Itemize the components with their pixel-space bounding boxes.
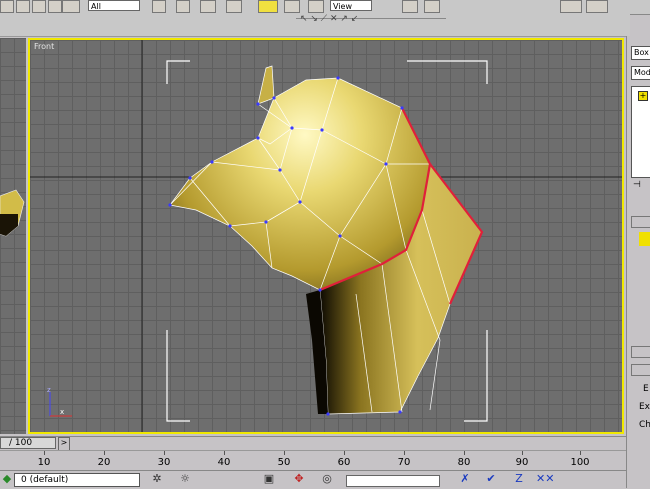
modifier-list-dropdown[interactable]: Mod [631,66,650,80]
ruler-tick: 60 [337,457,351,468]
select-object-icon[interactable] [152,0,166,13]
hierarchy-icon[interactable] [62,0,80,13]
sphere-icon[interactable]: ◎ [320,472,334,486]
front-viewport[interactable]: Front z x [28,38,624,434]
sub-object-highlight [639,232,650,246]
arm-mesh [168,65,484,416]
viewport-header-strip: ↖ ↘ ⟋ ✕ ↗ ↙ [0,14,630,37]
ruler-tick: 50 [277,457,291,468]
move-icon[interactable] [258,0,278,13]
bone-icon[interactable]: ✗ [458,472,472,486]
rollout-header-3[interactable] [631,364,650,376]
mirror-icon[interactable] [402,0,418,13]
next-frame-icon[interactable]: > [58,437,70,451]
command-panel: Box Mod + ⊣ E Ex Ch [626,36,650,488]
transform-gizmo-icon[interactable]: ✥ [292,472,306,486]
dashed-selection-field[interactable] [346,475,440,487]
left-viewport[interactable] [0,38,26,434]
scale-icon[interactable] [308,0,324,13]
align-icon[interactable] [424,0,440,13]
rollout-header-2[interactable] [631,346,650,358]
render-icon[interactable] [560,0,582,13]
ruler-tick: 40 [217,457,231,468]
window-crossing-icon[interactable] [226,0,242,13]
expand-icon[interactable]: + [638,91,648,101]
current-layer-dropdown[interactable]: 0 (default) [14,473,140,487]
rollout-header[interactable] [631,216,650,228]
mesh-canvas: z x [30,40,622,432]
reference-coordinate-dropdown[interactable]: View [330,0,372,11]
modifier-stack[interactable]: + [631,86,650,178]
axis-tripod: z x [47,386,72,417]
xx-icon[interactable]: ✕✕ [536,472,554,486]
space-warp-icon[interactable] [48,0,62,13]
svg-text:z: z [47,386,51,394]
ruler-tick: 70 [397,457,411,468]
quick-render-icon[interactable] [586,0,608,13]
bind-icon[interactable] [32,0,46,13]
ruler-tick: 20 [97,457,111,468]
select-by-name-icon[interactable] [176,0,190,13]
time-slider[interactable]: / 100 [0,437,56,449]
box-icon[interactable]: ▣ [262,472,276,486]
rollout-label-3: Ch [639,420,650,430]
check-icon[interactable]: ✔ [484,472,498,486]
tool-icons-row: ↖ ↘ ⟋ ✕ ↗ ↙ [300,14,359,24]
ruler-tick: 80 [457,457,471,468]
track-bar-ruler: 10 20 30 40 50 60 70 80 90 100 [0,450,626,471]
object-name-field[interactable]: Box [631,46,650,60]
region-select-icon[interactable] [200,0,216,13]
time-slider-bar: / 100 > [0,436,626,451]
z-icon[interactable]: Z [512,472,526,486]
status-bar: ◆ 0 (default) ✲ ☼ ▣ ✥ ◎ ✗ ✔ Z ✕✕ [0,470,626,489]
light-icon[interactable]: ✲ [150,472,164,486]
pin-stack-icon[interactable]: ⊣ [633,180,650,190]
main-toolbar: All View [0,0,650,15]
unlink-icon[interactable] [16,0,30,13]
svg-text:x: x [60,408,64,416]
ruler-tick: 100 [570,457,590,468]
layer-manager-icon[interactable]: ◆ [0,472,14,486]
ruler-tick: 90 [515,457,529,468]
rollout-label-2: Ex [639,402,650,412]
ruler-tick: 30 [157,457,171,468]
selection-filter-dropdown[interactable]: All [88,0,140,11]
ruler-tick: 10 [37,457,51,468]
rollout-label-1: E [643,384,649,394]
left-viewport-mesh [0,189,25,237]
rotate-icon[interactable] [284,0,300,13]
sun-icon[interactable]: ☼ [178,472,192,486]
select-link-icon[interactable] [0,0,14,13]
